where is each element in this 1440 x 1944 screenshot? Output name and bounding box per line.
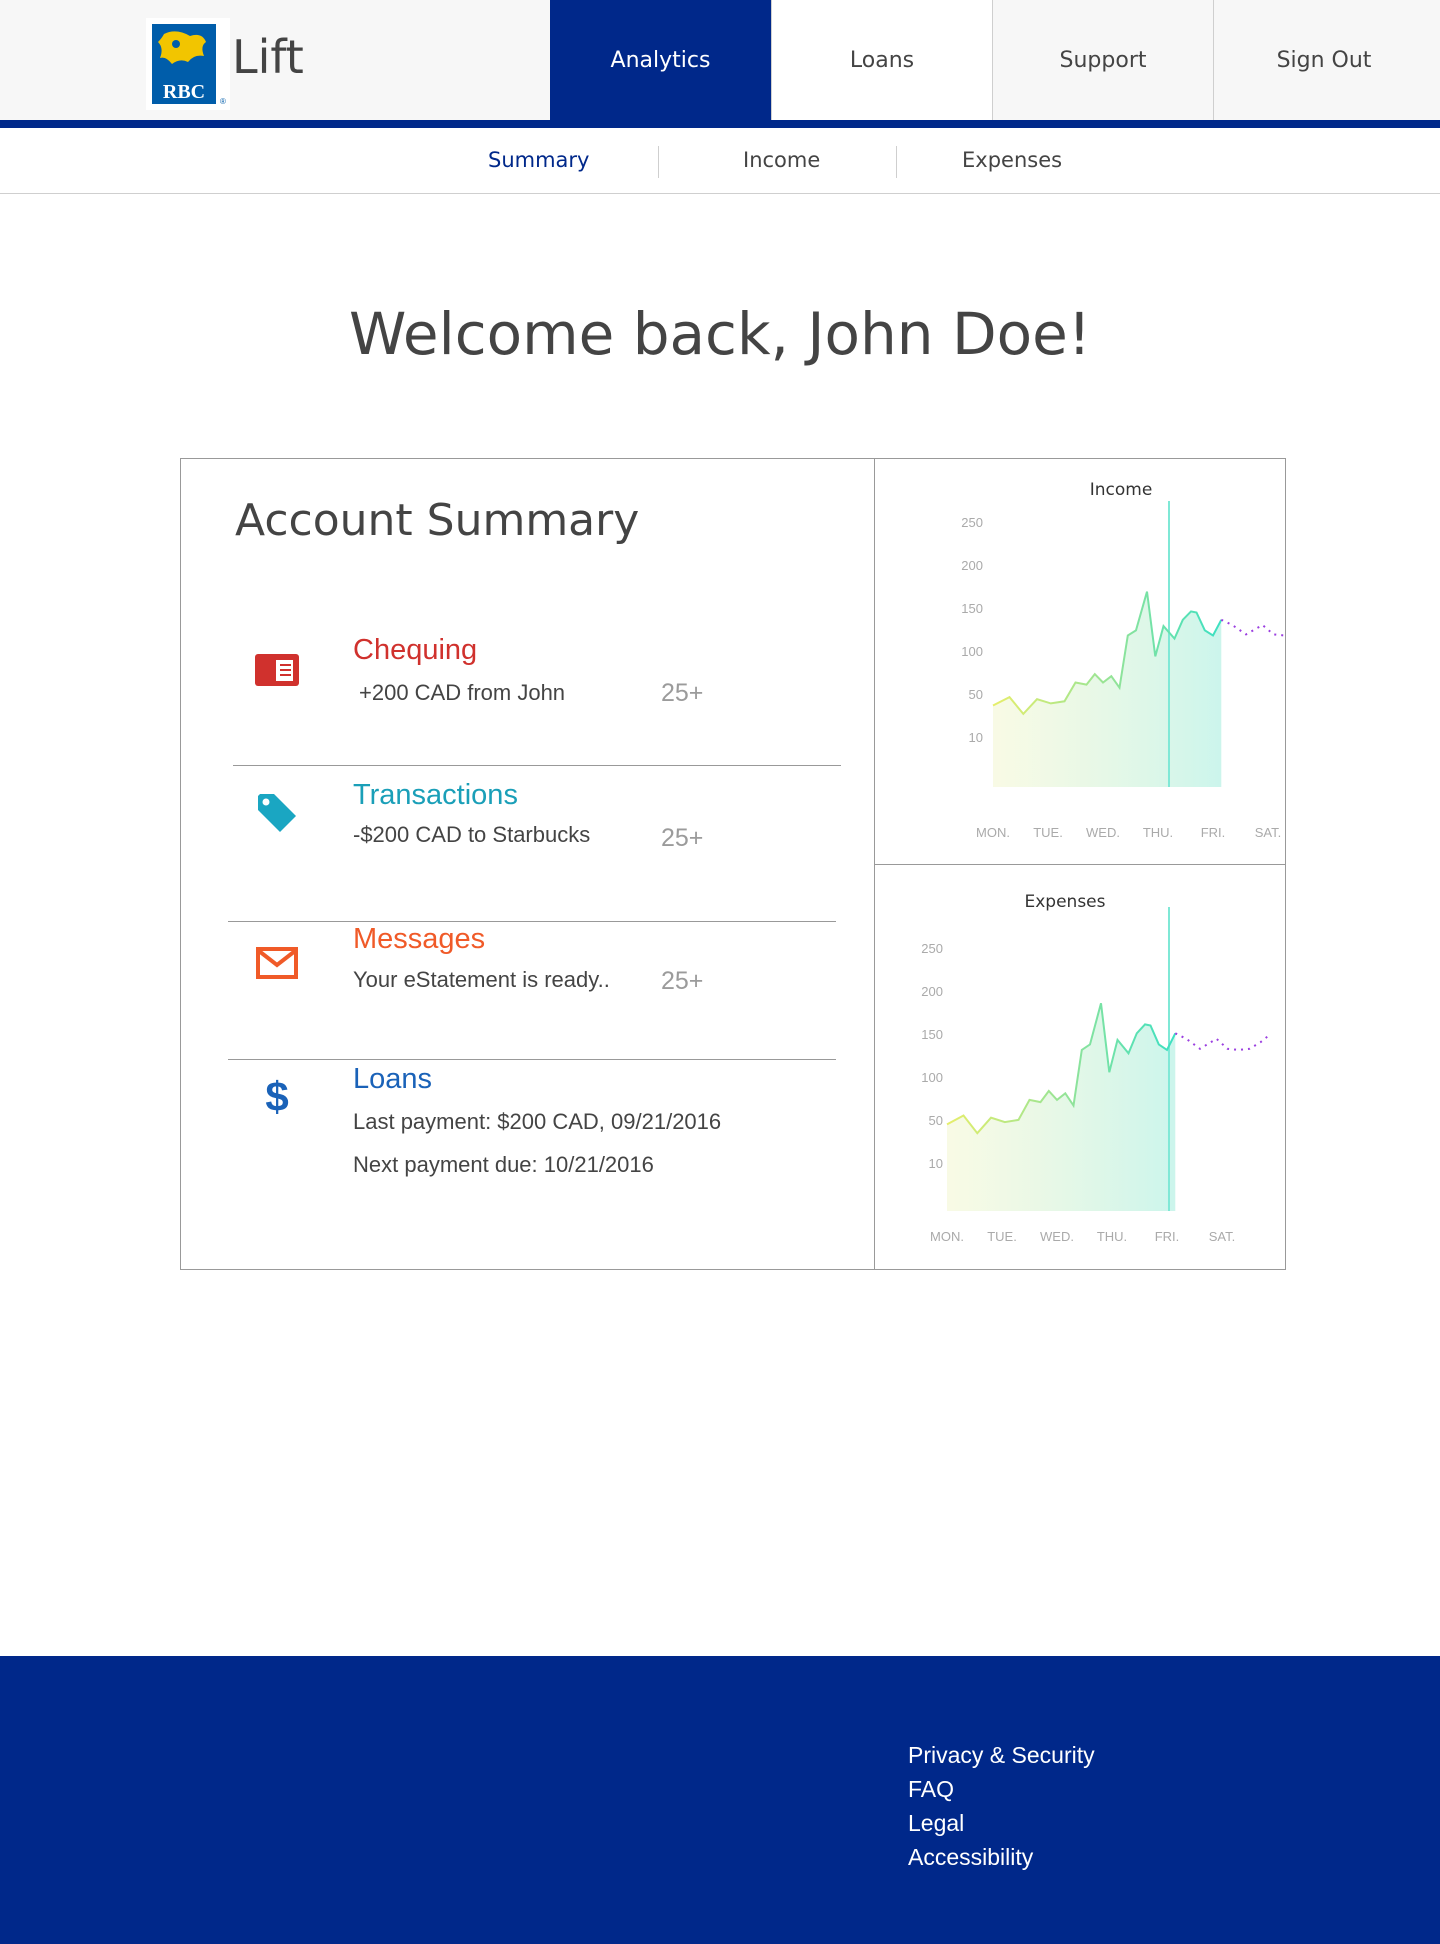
x-tick-label: TUE. <box>987 1229 1017 1244</box>
expenses-chart: Expenses 250 200 150 100 50 10 MON. TUE. WED. THU.… <box>921 892 1270 1244</box>
x-tick-label: SAT. <box>1209 1229 1236 1244</box>
income-chart-panel: Income 250 200 150 100 50 10 MON. TUE. WED. THU. FR… <box>875 459 1285 865</box>
x-tick-label: FRI. <box>1201 825 1226 840</box>
footer-link-legal[interactable]: Legal <box>908 1806 1095 1840</box>
svg-text:®: ® <box>220 97 226 106</box>
y-tick-label: 50 <box>969 687 983 702</box>
account-count: 25+ <box>661 967 704 995</box>
card-icon <box>253 646 301 694</box>
subnav-expenses[interactable]: Expenses <box>962 148 1062 172</box>
chart-title: Income <box>1090 480 1153 500</box>
dashboard-card: Account Summary Chequing +200 CAD from J… <box>180 458 1286 1270</box>
subnav-divider <box>658 146 659 178</box>
forecast-line <box>1220 618 1285 637</box>
account-count: 25+ <box>661 679 704 707</box>
footer-links: Privacy & Security FAQ Legal Accessibili… <box>908 1738 1095 1874</box>
subnav-summary[interactable]: Summary <box>488 148 589 172</box>
brand-name: Lift <box>232 30 304 84</box>
account-detail: Last payment: $200 CAD, 09/21/2016 <box>353 1109 722 1134</box>
y-tick-label: 150 <box>921 1027 943 1042</box>
footer-link-faq[interactable]: FAQ <box>908 1772 1095 1806</box>
x-tick-label: THU. <box>1097 1229 1127 1244</box>
expenses-chart-panel: Expenses 250 200 150 100 50 10 MON. TUE. WED. THU.… <box>875 865 1285 1269</box>
account-summary-title: Account Summary <box>235 495 640 546</box>
y-tick-label: 10 <box>969 730 983 745</box>
x-tick-label: FRI. <box>1155 1229 1180 1244</box>
y-tick-label: 250 <box>921 941 943 956</box>
account-title: Loans <box>353 1063 433 1095</box>
divider <box>228 921 836 922</box>
welcome-heading: Welcome back, John Doe! <box>348 300 1092 368</box>
x-tick-label: SAT. <box>1255 825 1282 840</box>
y-tick-label: 100 <box>921 1070 943 1085</box>
account-detail-next-payment: Next payment due: 10/21/2016 <box>353 1152 654 1177</box>
nav-support[interactable]: Support <box>992 0 1213 120</box>
account-summary-panel: Account Summary Chequing +200 CAD from J… <box>181 459 875 1269</box>
y-tick-label: 100 <box>961 644 983 659</box>
main-nav: Analytics Loans Support Sign Out <box>550 0 1434 120</box>
mail-icon <box>253 939 301 987</box>
rbc-lion-icon: RBC ® <box>152 24 226 106</box>
nav-loans[interactable]: Loans <box>771 0 992 120</box>
account-detail: -$200 CAD to Starbucks <box>353 822 591 847</box>
x-tick-label: THU. <box>1143 825 1173 840</box>
footer-link-accessibility[interactable]: Accessibility <box>908 1840 1095 1874</box>
sub-nav: Summary Income Expenses <box>0 128 1440 194</box>
x-tick-label: WED. <box>1086 825 1120 840</box>
nav-analytics[interactable]: Analytics <box>550 0 771 120</box>
y-tick-label: 10 <box>929 1156 943 1171</box>
x-tick-label: MON. <box>976 825 1010 840</box>
account-title: Messages <box>353 923 486 955</box>
y-tick-label: 150 <box>961 601 983 616</box>
divider <box>228 1059 836 1060</box>
account-title: Chequing <box>353 634 478 666</box>
x-tick-label: MON. <box>930 1229 964 1244</box>
y-tick-label: 250 <box>961 515 983 530</box>
account-count: 25+ <box>661 824 704 852</box>
account-detail: Your eStatement is ready.. <box>353 967 610 992</box>
subnav-income[interactable]: Income <box>743 148 820 172</box>
nav-sign-out[interactable]: Sign Out <box>1213 0 1434 120</box>
x-tick-label: TUE. <box>1033 825 1063 840</box>
x-tick-label: WED. <box>1040 1229 1074 1244</box>
footer-link-privacy[interactable]: Privacy & Security <box>908 1738 1095 1772</box>
series-area <box>993 591 1222 787</box>
top-header: RBC ® Lift Analytics Loans Support Sign … <box>0 0 1440 120</box>
rbc-logo[interactable]: RBC ® <box>146 18 230 110</box>
chart-title: Expenses <box>1025 892 1106 912</box>
divider <box>233 765 841 766</box>
y-tick-label: 50 <box>929 1113 943 1128</box>
account-detail: +200 CAD from John <box>359 680 566 705</box>
account-title: Transactions <box>353 779 518 811</box>
footer: Privacy & Security FAQ Legal Accessibili… <box>0 1656 1440 1944</box>
forecast-line <box>1174 1032 1270 1051</box>
svg-text:RBC: RBC <box>163 81 205 103</box>
y-tick-label: 200 <box>921 984 943 999</box>
income-chart: Income 250 200 150 100 50 10 MON. TUE. WED. THU. FR… <box>961 480 1285 840</box>
y-tick-label: 200 <box>961 558 983 573</box>
dollar-icon: $ <box>265 1073 289 1120</box>
series-area <box>947 1003 1176 1211</box>
header-accent-bar <box>0 120 1440 128</box>
tag-icon <box>253 789 301 837</box>
subnav-divider <box>896 146 897 178</box>
